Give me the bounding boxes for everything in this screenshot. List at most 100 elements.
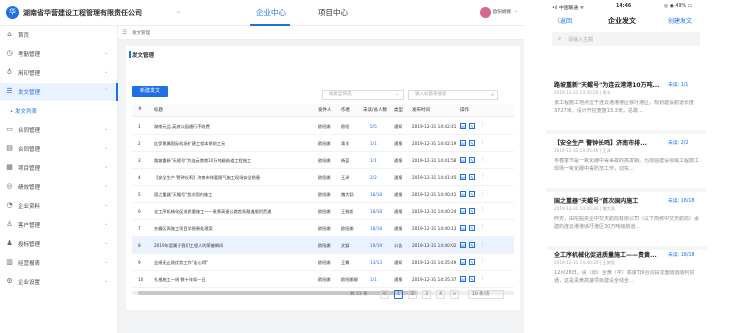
edit-icon[interactable]: ✎ — [469, 208, 475, 214]
sidebar-item-attendance[interactable]: ◷ 考勤管理 ⌄ — [0, 45, 118, 63]
next-page-button[interactable]: > — [450, 290, 459, 299]
edit-icon[interactable]: ✎ — [469, 225, 475, 231]
sidebar-item-performance[interactable]: ◎ 绩效管理 ⌄ — [0, 178, 118, 196]
sidebar-item-contract[interactable]: ▭ 合同管理 ⌄ — [0, 121, 118, 139]
more-icon[interactable]: ⋮ — [480, 241, 485, 247]
sidebar-item-contract-2[interactable]: ▤ 合同管理 ⌄ — [0, 140, 118, 158]
table-row[interactable]: 1 湖南元品.英液公园通行不收费 欧阳娜 欧阳 5/5 通知 2019-12-31 14:4… — [132, 118, 514, 135]
search-icon[interactable]: ⌕ — [491, 91, 494, 99]
view-icon[interactable]: ▤ — [460, 123, 466, 129]
company-logo[interactable]: 华 — [6, 6, 19, 19]
breadcrumb-item[interactable]: 发文管理 — [132, 30, 150, 36]
table-cell-read[interactable]: 18/18 — [370, 209, 382, 214]
back-button[interactable]: 〈返回 — [554, 16, 572, 25]
sidebar-item-settings[interactable]: ⚙ 企业设置 ⌄ — [0, 273, 118, 291]
page-size-select[interactable]: 10 条/页 — [468, 290, 504, 299]
table-row[interactable]: 3 路坡重新"天赋号"为连云港港10万吨级航道工程施工 欧阳娜 杨蓝 1/1 通报 2019… — [132, 152, 514, 169]
table-cell-title[interactable]: 扎根施工一线 数十年如一日 — [154, 277, 286, 283]
mobile-list-item[interactable]: 全工序机械化促进质量施工——贵黄... 未读: 18/18 2019-12-31 1… — [546, 250, 706, 302]
table-cell-title[interactable]: 东霸区再施工项目学隐患处理案 — [154, 226, 286, 232]
table-cell-read[interactable]: 18/18 — [370, 226, 382, 231]
table-row[interactable]: 4 【安全生产 警钟长鸣】济南市排要随气施工现场安全隐患 欧阳娜 王泽 2/2 通报 201… — [132, 169, 514, 186]
page-button[interactable]: 1 — [394, 290, 403, 299]
table-cell-title[interactable]: 2019年度属于我们工程人的荣誉瞬间 — [154, 243, 286, 249]
edit-icon[interactable]: ✎ — [469, 276, 475, 282]
table-row[interactable]: 6 全工序机械化促进质量施工——贵黄高速公路首条隧道顺利贯通 欧阳娜 王俯凯 18/18… — [132, 203, 514, 220]
mobile-list-item[interactable]: 【安全生产 警钟长鸣】济南市排... 未读: 2/2 2019-12-31 14:4… — [546, 138, 706, 190]
page-button[interactable]: 3 — [422, 290, 431, 299]
table-cell-read[interactable]: 1/1 — [370, 158, 377, 163]
view-icon[interactable]: ▤ — [460, 225, 466, 231]
page-button[interactable]: 2 — [408, 290, 417, 299]
prev-page-button[interactable]: < — [380, 290, 389, 299]
table-cell-read[interactable]: 1/1 — [370, 277, 377, 282]
edit-icon[interactable]: ✎ — [469, 259, 475, 265]
user-name[interactable]: 欧阳娜娜 — [493, 9, 511, 15]
edit-icon[interactable]: ✎ — [469, 140, 475, 146]
edit-icon[interactable]: ✎ — [469, 191, 475, 197]
table-cell-read[interactable]: 5/5 — [370, 124, 377, 129]
edit-icon[interactable]: ✎ — [469, 242, 475, 248]
view-icon[interactable]: ▤ — [460, 191, 466, 197]
view-icon[interactable]: ▤ — [460, 140, 466, 146]
table-cell-read[interactable]: 13/13 — [370, 260, 382, 265]
table-cell-title[interactable]: 湖南元品.英液公园通行不收费 — [154, 124, 286, 130]
more-icon[interactable]: ⋮ — [480, 207, 485, 213]
more-icon[interactable]: ⋮ — [480, 275, 485, 281]
page-button[interactable]: 4 — [436, 290, 445, 299]
table-row[interactable]: 7 东霸区再施工项目学隐患处理案 欧阳娜 欧阳娜 18/18 通报 2019-12-31 1… — [132, 220, 514, 237]
sidebar-item-document-list[interactable]: • 发文列表 — [0, 102, 118, 120]
sidebar-item-bidding[interactable]: ♟ 投标管理 ⌄ — [0, 235, 118, 253]
more-icon[interactable]: ⋮ — [480, 122, 485, 128]
view-icon[interactable]: ▤ — [460, 208, 466, 214]
avatar[interactable] — [480, 7, 491, 18]
table-row[interactable]: 10 扎根施工一线 数十年如一日 欧阳娜 欧阳娜娜 1/1 通报 2019-12-31 14… — [132, 271, 514, 288]
chevron-down-icon[interactable]: ⌄ — [176, 8, 181, 15]
table-cell-title[interactable]: 国之重器"天鲲号"首次国内施工 — [154, 192, 286, 198]
more-icon[interactable]: ⋮ — [480, 224, 485, 230]
view-icon[interactable]: ▤ — [460, 259, 466, 265]
table-cell-read[interactable]: 2/2 — [370, 175, 377, 180]
chevron-down-icon[interactable]: ⌄ — [514, 8, 518, 14]
more-icon[interactable]: ⋮ — [480, 139, 485, 145]
table-cell-title[interactable]: 【安全生产 警钟长鸣】济南市排要随气施工现场安全隐患 — [154, 175, 286, 181]
sidebar-item-documents[interactable]: ☰ 发文管理 ⌃ — [0, 83, 118, 101]
create-document-button[interactable]: 创建发文 — [668, 16, 692, 25]
table-row[interactable]: 5 国之重器"天鲲号"首次国内施工 欧阳娜 魏大勃 18/18 通报 2019-12-31 … — [132, 186, 514, 203]
sidebar-item-home[interactable]: ⌂ 首页 — [0, 26, 118, 44]
tab-project-center[interactable]: 项目中心 — [318, 7, 348, 18]
table-cell-title[interactable]: 路坡重新"天赋号"为连云港港10万吨级航道工程施工 — [154, 158, 286, 164]
more-icon[interactable]: ⋮ — [480, 258, 485, 264]
table-cell-read[interactable]: 19/19 — [370, 243, 382, 248]
company-name[interactable]: 湖南省华营建设工程管理有限责任公司 — [23, 8, 142, 18]
table-row[interactable]: 9 业绩无止境优势工作"走心得" 欧阳娜 王霖 13/13 通知 2019-12-31 14… — [132, 254, 514, 271]
table-cell-title[interactable]: 业绩无止境优势工作"走心得" — [154, 260, 286, 266]
table-row[interactable]: 8 2019年度属于我们工程人的荣誉瞬间 欧阳娜 文颖 19/19 公告 2019-12-3… — [132, 237, 514, 254]
table-cell-read[interactable]: 1/1 — [370, 141, 377, 146]
sidebar-item-customers[interactable]: ♙ 客户管理 ⌄ — [0, 216, 118, 234]
search-input[interactable]: 输入标题来搜索 ⌕ — [408, 90, 498, 100]
view-icon[interactable]: ▤ — [460, 174, 466, 180]
scrollbar-thumb[interactable] — [138, 291, 418, 295]
edit-icon[interactable]: ✎ — [469, 123, 475, 129]
menu-icon[interactable]: ☰ — [122, 29, 127, 36]
new-document-button[interactable]: 新建发文 — [132, 86, 168, 97]
more-icon[interactable]: ⋮ — [480, 173, 485, 179]
more-icon[interactable]: ⋮ — [480, 156, 485, 162]
sidebar-item-reports[interactable]: ▥ 经营报表 ⌄ — [0, 254, 118, 272]
more-icon[interactable]: ⋮ — [480, 190, 485, 196]
edit-icon[interactable]: ✎ — [469, 157, 475, 163]
edit-icon[interactable]: ✎ — [469, 174, 475, 180]
view-icon[interactable]: ▤ — [460, 157, 466, 163]
view-icon[interactable]: ▤ — [460, 276, 466, 282]
mobile-search-input[interactable]: ⌕ 请输入主题 — [552, 32, 700, 46]
sidebar-item-project[interactable]: ▦ 项目管理 ⌄ — [0, 159, 118, 177]
tab-enterprise-center[interactable]: 企业中心 — [256, 7, 286, 18]
table-cell-title[interactable]: 全工序机械化促进质量施工——贵黄高速公路首条隧道顺利贯通 — [154, 209, 286, 215]
sidebar-item-seal[interactable]: ♁ 用印管理 ⌄ — [0, 64, 118, 82]
table-cell-read[interactable]: 18/18 — [370, 192, 382, 197]
mobile-list-item[interactable]: 国之重器"天鲲号"首次国内施工 未读: 18/18 2019-12-31 14:40… — [546, 196, 706, 248]
type-filter-select[interactable]: 按类型筛选 ⌄ — [322, 90, 404, 100]
view-icon[interactable]: ▤ — [460, 242, 466, 248]
sidebar-item-enterprise-data[interactable]: ◔ 企业资料 ⌄ — [0, 197, 118, 215]
